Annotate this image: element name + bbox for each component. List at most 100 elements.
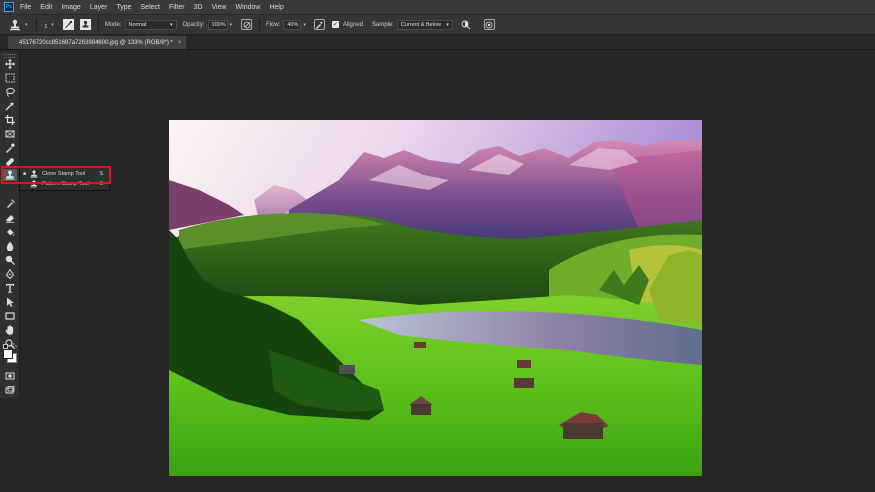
swap-colors-icon[interactable]: ⤡ <box>13 343 17 349</box>
separator <box>97 18 99 31</box>
document-tab-bar: 45176720cc851687a7263984600.jpg @ 133% (… <box>0 35 875 50</box>
aligned-checkbox[interactable]: ✓ <box>331 21 339 28</box>
crop-tool[interactable] <box>3 114 16 126</box>
move-icon <box>4 59 15 69</box>
foreground-color-swatch[interactable] <box>3 349 13 359</box>
magic-wand-icon <box>5 101 14 111</box>
eraser-icon <box>5 215 14 223</box>
flow-dropdown-arrow[interactable]: ▾ <box>303 22 306 28</box>
chevron-down-icon: ▾ <box>169 21 173 28</box>
paint-bucket-tool[interactable] <box>3 226 16 238</box>
droplet-icon <box>6 241 13 251</box>
clone-stamp-icon <box>10 19 20 30</box>
quick-mask-button[interactable] <box>3 370 16 382</box>
hand-icon <box>5 325 13 335</box>
rectangle-icon <box>4 312 15 320</box>
sample-select[interactable]: Current & Below ▾ <box>396 19 453 30</box>
tool-preset-picker[interactable] <box>8 18 22 32</box>
options-bar: ▾ · 1 ▾ Mode: Normal ▾ Opacity: 100% ▾ F… <box>0 14 875 35</box>
type-tool[interactable] <box>3 282 16 294</box>
quick-mask-icon <box>5 372 14 380</box>
dodge-tool[interactable] <box>3 254 16 266</box>
tools-panel: ⤡ <box>0 52 20 398</box>
menu-select[interactable]: Select <box>141 4 160 11</box>
chevron-down-icon: ▾ <box>446 21 449 28</box>
path-selection-tool[interactable] <box>3 296 16 308</box>
marquee-tool[interactable] <box>3 72 16 84</box>
flow-value: 40% <box>287 21 299 28</box>
menu-3d[interactable]: 3D <box>194 4 203 11</box>
hut-small-1 <box>339 365 355 374</box>
screen-mode-icon <box>5 386 14 394</box>
preset-dropdown-arrow[interactable]: ▾ <box>25 22 28 28</box>
document-tab-title: 45176720cc851687a7263984600.jpg @ 133% (… <box>19 39 173 46</box>
adjustment-layers-icon <box>461 20 471 29</box>
brush-dropdown-arrow[interactable]: ▾ <box>51 22 54 28</box>
clone-source-button[interactable] <box>79 19 91 30</box>
screen-mode-button[interactable] <box>3 384 16 396</box>
opacity-label: Opacity: <box>182 21 205 28</box>
separator <box>259 18 261 31</box>
menu-image[interactable]: Image <box>61 4 80 11</box>
menu-edit[interactable]: Edit <box>40 4 52 11</box>
mode-label: Mode: <box>104 21 122 28</box>
menu-bar: Ps File Edit Image Layer Type Select Fil… <box>0 0 875 14</box>
brush-size-picker[interactable]: · 1 <box>44 19 48 30</box>
frame-icon <box>5 130 14 138</box>
ignore-adjustment-layers-button[interactable] <box>459 18 473 32</box>
rectangle-tool[interactable] <box>3 310 16 322</box>
mode-value: Normal <box>128 21 147 28</box>
arrow-cursor-icon <box>6 297 14 307</box>
eyedropper-tool[interactable] <box>3 142 16 154</box>
menu-view[interactable]: View <box>212 4 227 11</box>
highlight-box <box>1 166 111 184</box>
document-tab[interactable]: 45176720cc851687a7263984600.jpg @ 133% (… <box>8 36 187 49</box>
document-canvas[interactable] <box>169 120 702 476</box>
opacity-input[interactable]: 100% <box>207 19 228 30</box>
clone-source-icon <box>82 20 89 28</box>
pressure-opacity-button[interactable] <box>241 19 253 30</box>
history-brush-tool[interactable] <box>3 198 16 210</box>
quick-selection-tool[interactable] <box>3 100 16 112</box>
menu-filter[interactable]: Filter <box>169 4 185 11</box>
color-swatches[interactable]: ⤡ <box>3 343 17 363</box>
menu-type[interactable]: Type <box>116 4 131 11</box>
airbrush-icon <box>316 21 323 29</box>
mode-select[interactable]: Normal ▾ <box>124 19 177 30</box>
airbrush-button[interactable] <box>313 19 325 30</box>
dodge-icon <box>5 255 15 265</box>
pressure-size-button[interactable] <box>483 19 495 30</box>
menu-file[interactable]: File <box>20 4 31 11</box>
sample-value: Current & Below <box>400 21 441 28</box>
brush-panel-icon <box>64 21 72 28</box>
photoshop-logo: Ps <box>4 2 14 12</box>
history-brush-icon <box>6 199 14 208</box>
pen-tool[interactable] <box>3 268 16 280</box>
menu-window[interactable]: Window <box>236 4 261 11</box>
flow-input[interactable]: 40% <box>283 19 302 30</box>
opacity-value: 100% <box>211 21 226 28</box>
blur-tool[interactable] <box>3 240 16 252</box>
hand-tool[interactable] <box>3 324 16 336</box>
default-colors-icon[interactable] <box>3 344 8 349</box>
crop-icon <box>4 115 15 125</box>
eraser-tool[interactable] <box>3 212 16 224</box>
paint-bucket-icon <box>6 229 14 236</box>
marquee-icon <box>5 73 14 83</box>
pen-pressure-size-icon <box>486 21 493 28</box>
frame-tool[interactable] <box>3 128 16 140</box>
opacity-dropdown-arrow[interactable]: ▾ <box>230 22 233 28</box>
pen-pressure-icon <box>243 21 250 28</box>
menu-layer[interactable]: Layer <box>90 4 108 11</box>
move-tool[interactable] <box>3 58 16 70</box>
separator <box>35 18 37 31</box>
flow-label: Flow: <box>266 21 281 28</box>
brush-settings-button[interactable] <box>62 19 74 30</box>
close-icon[interactable]: × <box>178 40 182 46</box>
menu-help[interactable]: Help <box>269 4 283 11</box>
type-icon <box>5 284 14 293</box>
brush-size-value: 1 <box>44 23 48 30</box>
eyedropper-icon <box>5 143 14 153</box>
landscape-image <box>169 120 702 476</box>
lasso-tool[interactable] <box>3 86 16 98</box>
